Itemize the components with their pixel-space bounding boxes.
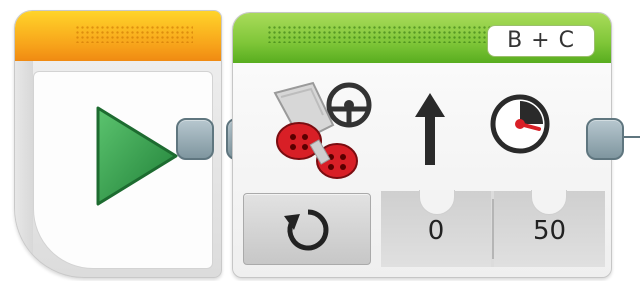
port-selector[interactable]: B + C — [487, 25, 595, 57]
move-output-connector[interactable] — [586, 118, 624, 160]
start-block-grip — [75, 25, 193, 43]
start-block-edge — [15, 61, 33, 277]
speedometer-icon — [490, 94, 550, 154]
mode-selector-button[interactable] — [243, 193, 371, 265]
start-block-header — [15, 11, 221, 61]
steering-arrow-icon — [415, 93, 445, 165]
parameter-strip: 0 50 — [381, 190, 605, 267]
rotate-icon — [284, 209, 329, 251]
sequence-wire — [622, 136, 640, 138]
move-steering-icon — [273, 81, 372, 179]
move-block-grip — [267, 25, 497, 43]
start-block-face — [33, 71, 213, 269]
move-steering-block[interactable]: B + C 0 50 — [232, 12, 612, 278]
start-output-connector[interactable] — [176, 118, 214, 160]
play-icon[interactable] — [92, 104, 182, 208]
move-block-header: B + C — [233, 13, 611, 63]
